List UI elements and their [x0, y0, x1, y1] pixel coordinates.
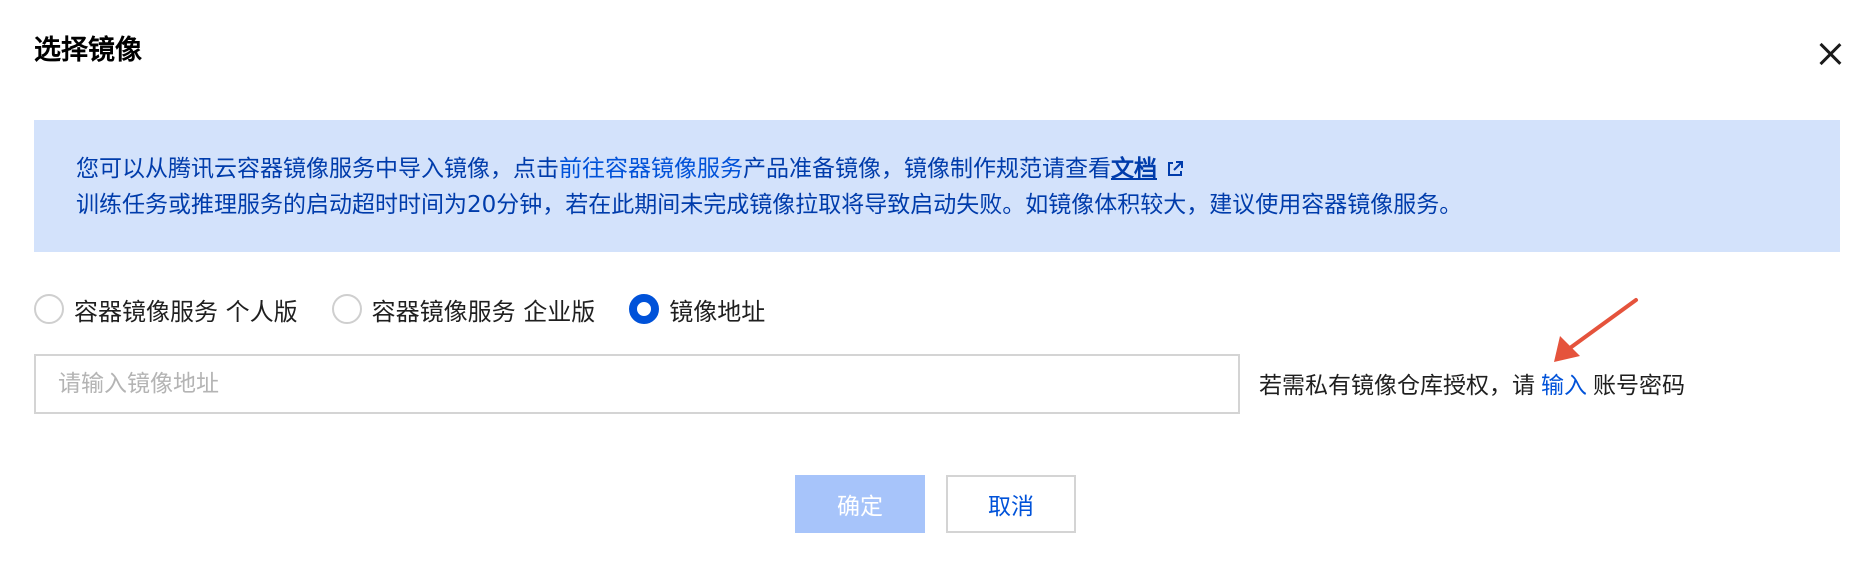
hint-text: 账号密码 — [1593, 373, 1685, 399]
notice-line-2: 训练任务或推理服务的启动超时时间为20分钟，若在此期间未完成镜像拉取将导致启动失… — [76, 192, 1463, 218]
radio-button[interactable] — [34, 294, 64, 324]
external-link-icon[interactable] — [1167, 152, 1183, 176]
radio-label: 容器镜像服务 个人版 — [74, 297, 298, 326]
hint-text: 若需私有镜像仓库授权，请 — [1259, 373, 1535, 399]
cancel-button[interactable]: 取消 — [946, 475, 1076, 533]
registry-auth-hint: 若需私有镜像仓库授权，请 输入 账号密码 — [1259, 366, 1685, 400]
notice-line-1: 您可以从腾讯云容器镜像服务中导入镜像，点击前往容器镜像服务产品准备镜像，镜像制作… — [76, 151, 1798, 187]
documentation-link[interactable]: 文档 — [1111, 156, 1157, 182]
radio-image-address[interactable]: 镜像地址 — [629, 292, 765, 327]
notice-text: 您可以从腾讯云容器镜像服务中导入镜像，点击 — [76, 156, 559, 182]
confirm-button[interactable]: 确定 — [795, 475, 925, 533]
info-notice: 您可以从腾讯云容器镜像服务中导入镜像，点击前往容器镜像服务产品准备镜像，镜像制作… — [34, 120, 1840, 252]
red-arrow-annotation — [1554, 298, 1638, 362]
radio-label: 镜像地址 — [669, 297, 766, 326]
radio-enterprise-edition[interactable]: 容器镜像服务 企业版 — [331, 292, 596, 327]
container-registry-link[interactable]: 前往容器镜像服务 — [559, 156, 743, 182]
radio-personal-edition[interactable]: 容器镜像服务 个人版 — [34, 292, 298, 327]
dialog-title: 选择镜像 — [34, 35, 142, 66]
radio-label: 容器镜像服务 企业版 — [371, 297, 596, 326]
close-icon[interactable] — [1816, 40, 1844, 68]
notice-text: 产品准备镜像，镜像制作规范请查看 — [743, 156, 1111, 182]
enter-credentials-link[interactable]: 输入 — [1541, 373, 1587, 399]
radio-button[interactable] — [331, 294, 362, 324]
image-address-input[interactable] — [34, 354, 1240, 414]
radio-button-selected[interactable] — [629, 294, 660, 324]
image-source-radio-group: 容器镜像服务 个人版 容器镜像服务 企业版 镜像地址 — [34, 292, 799, 326]
